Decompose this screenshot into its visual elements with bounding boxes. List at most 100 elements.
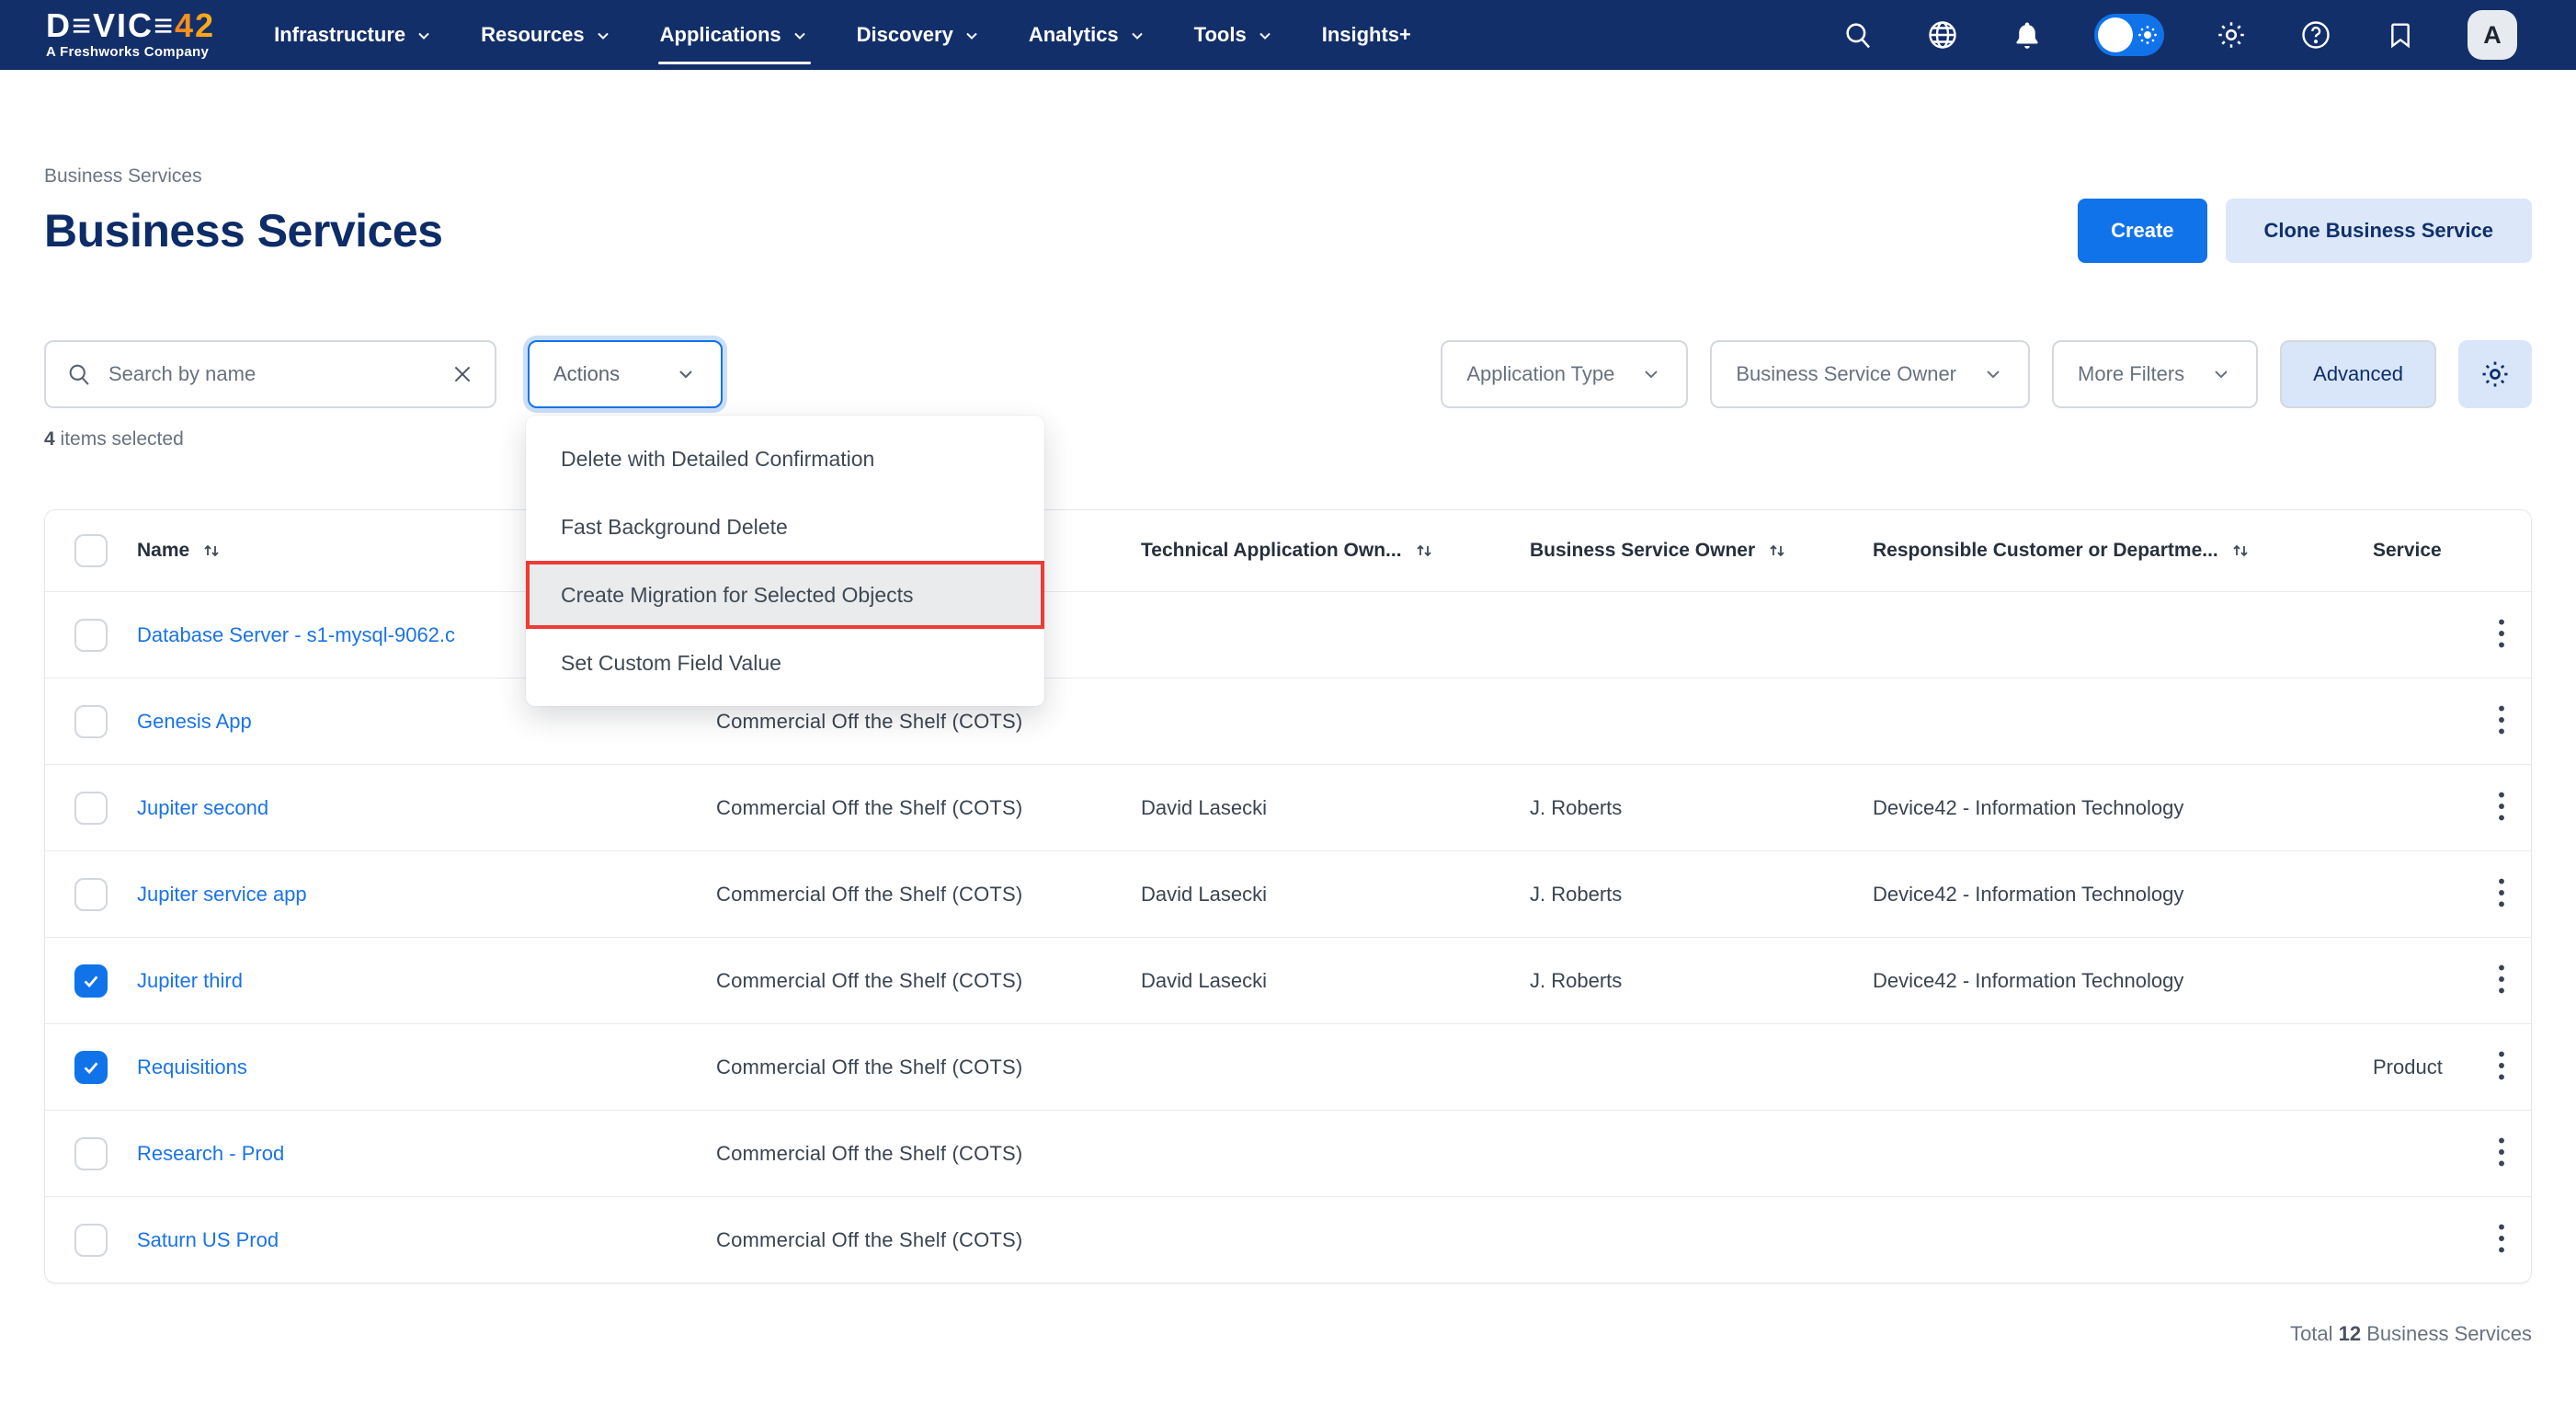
kebab-icon [2495, 964, 2508, 995]
avatar[interactable]: A [2468, 10, 2517, 60]
row-menu-button[interactable] [2484, 1129, 2519, 1178]
breadcrumb[interactable]: Business Services [44, 165, 2532, 188]
row-checkbox[interactable] [74, 964, 108, 998]
cell-business-service-owner: J. Roberts [1530, 969, 1873, 993]
business-service-link[interactable]: Database Server - s1-mysql-9062.c [137, 623, 455, 646]
top-navbar: D≡VIC≡42 A Freshworks Company Infrastruc… [0, 0, 2576, 70]
row-menu-button[interactable] [2484, 870, 2519, 918]
nav-item-infrastructure[interactable]: Infrastructure [274, 0, 433, 70]
bookmark-icon[interactable] [2383, 17, 2418, 52]
nav-item-applications[interactable]: Applications [660, 0, 809, 70]
row-menu-button[interactable] [2484, 1043, 2519, 1091]
row-menu-button[interactable] [2484, 610, 2519, 659]
column-header-technical-application-own[interactable]: Technical Application Own... [1141, 540, 1530, 562]
selected-count-text: 4 items selected [44, 428, 2532, 451]
nav-item-label: Infrastructure [274, 23, 405, 47]
sort-icon[interactable] [200, 540, 222, 562]
search-icon[interactable] [1841, 17, 1875, 52]
column-header-business-service-owner[interactable]: Business Service Owner [1530, 540, 1873, 562]
chevron-down-icon [1256, 27, 1274, 45]
table-row-saturn-us-prod: Saturn US Prod Commercial Off the Shelf … [45, 1196, 2531, 1283]
row-menu-button[interactable] [2484, 956, 2519, 1005]
chevron-down-icon [2210, 363, 2232, 385]
menu-item-delete-with-detailed-confirmation[interactable]: Delete with Detailed Confirmation [526, 425, 1044, 493]
sort-icon[interactable] [2229, 540, 2251, 562]
business-service-link[interactable]: Jupiter service app [137, 883, 307, 906]
nav-item-label: Insights+ [1322, 23, 1411, 47]
cell-application-type: Commercial Off the Shelf (COTS) [716, 1142, 1141, 1166]
row-menu-button[interactable] [2484, 697, 2519, 746]
table-header-row: Name Technical Application Own... Busine… [45, 510, 2531, 591]
column-header-responsible-customer-or-departme[interactable]: Responsible Customer or Departme... [1873, 540, 2373, 562]
filters-group: Application Type Business Service Owner … [1441, 340, 2532, 408]
chevron-down-icon [1128, 27, 1146, 45]
business-service-link[interactable]: Saturn US Prod [137, 1228, 279, 1251]
menu-item-fast-background-delete[interactable]: Fast Background Delete [526, 493, 1044, 561]
filter-application-type[interactable]: Application Type [1441, 340, 1688, 408]
chevron-down-icon [791, 27, 809, 45]
primary-nav: Infrastructure Resources Applications Di… [274, 0, 1411, 70]
clone-business-service-button[interactable]: Clone Business Service [2226, 199, 2532, 263]
kebab-icon [2495, 618, 2508, 649]
menu-item-set-custom-field-value[interactable]: Set Custom Field Value [526, 629, 1044, 697]
chevron-down-icon [1640, 363, 1662, 385]
table-row-database-server-s1-mysql-9062-c: Database Server - s1-mysql-9062.c Commer… [45, 591, 2531, 678]
row-checkbox[interactable] [74, 1224, 108, 1257]
column-settings-button[interactable] [2458, 340, 2532, 408]
theme-toggle[interactable] [2094, 14, 2164, 56]
cell-business-service-owner: J. Roberts [1530, 883, 1873, 907]
sun-icon [2137, 25, 2158, 45]
filter-business-service-owner[interactable]: Business Service Owner [1710, 340, 2030, 408]
device42-logo[interactable]: D≡VIC≡42 A Freshworks Company [46, 10, 215, 60]
globe-icon[interactable] [1925, 17, 1960, 52]
nav-item-analytics[interactable]: Analytics [1029, 0, 1146, 70]
filter-more-filters[interactable]: More Filters [2052, 340, 2258, 408]
notifications-bell-icon[interactable] [2010, 17, 2045, 52]
cell-application-type: Commercial Off the Shelf (COTS) [716, 796, 1141, 820]
nav-item-tools[interactable]: Tools [1194, 0, 1274, 70]
kebab-icon [2495, 877, 2508, 908]
table-row-jupiter-service-app: Jupiter service app Commercial Off the S… [45, 850, 2531, 937]
logo-tagline: A Freshworks Company [46, 44, 215, 60]
row-checkbox[interactable] [74, 705, 108, 738]
actions-dropdown-button[interactable]: Actions [528, 340, 723, 408]
help-icon[interactable] [2298, 17, 2333, 52]
kebab-icon [2495, 1223, 2508, 1254]
row-checkbox[interactable] [74, 619, 108, 652]
navbar-right-icons: A [1841, 10, 2517, 60]
column-header-service[interactable]: Service [2373, 540, 2472, 562]
sort-icon[interactable] [1413, 540, 1435, 562]
cell-application-type: Commercial Off the Shelf (COTS) [716, 710, 1141, 734]
business-service-link[interactable]: Genesis App [137, 710, 252, 733]
row-checkbox[interactable] [74, 792, 108, 825]
create-button[interactable]: Create [2078, 199, 2206, 263]
menu-item-label: Delete with Detailed Confirmation [561, 447, 874, 472]
row-checkbox[interactable] [74, 1137, 108, 1170]
row-checkbox[interactable] [74, 878, 108, 911]
settings-gear-icon[interactable] [2214, 17, 2249, 52]
search-input[interactable] [107, 361, 436, 387]
column-header-label: Name [137, 540, 189, 562]
advanced-filter-button[interactable]: Advanced [2280, 340, 2436, 408]
business-service-link[interactable]: Jupiter second [137, 796, 268, 819]
column-header-label: Responsible Customer or Departme... [1873, 540, 2218, 562]
search-input-icon [66, 361, 92, 387]
business-service-link[interactable]: Requisitions [137, 1055, 247, 1078]
nav-item-insights[interactable]: Insights+ [1322, 0, 1411, 70]
clear-search-icon[interactable] [450, 362, 474, 386]
actions-label: Actions [553, 362, 620, 386]
nav-item-label: Tools [1194, 23, 1247, 47]
row-menu-button[interactable] [2484, 1215, 2519, 1264]
column-settings-gear-icon [2479, 358, 2512, 391]
nav-item-resources[interactable]: Resources [481, 0, 612, 70]
nav-item-discovery[interactable]: Discovery [857, 0, 981, 70]
menu-item-create-migration-for-selected-objects[interactable]: Create Migration for Selected Objects [526, 561, 1044, 629]
row-checkbox[interactable] [74, 1051, 108, 1084]
column-header-label: Service [2373, 540, 2442, 562]
business-service-link[interactable]: Research - Prod [137, 1142, 284, 1165]
select-all-checkbox[interactable] [74, 534, 108, 567]
business-service-link[interactable]: Jupiter third [137, 969, 243, 992]
sort-icon[interactable] [1766, 540, 1788, 562]
cell-application-type: Commercial Off the Shelf (COTS) [716, 1228, 1141, 1252]
row-menu-button[interactable] [2484, 783, 2519, 832]
